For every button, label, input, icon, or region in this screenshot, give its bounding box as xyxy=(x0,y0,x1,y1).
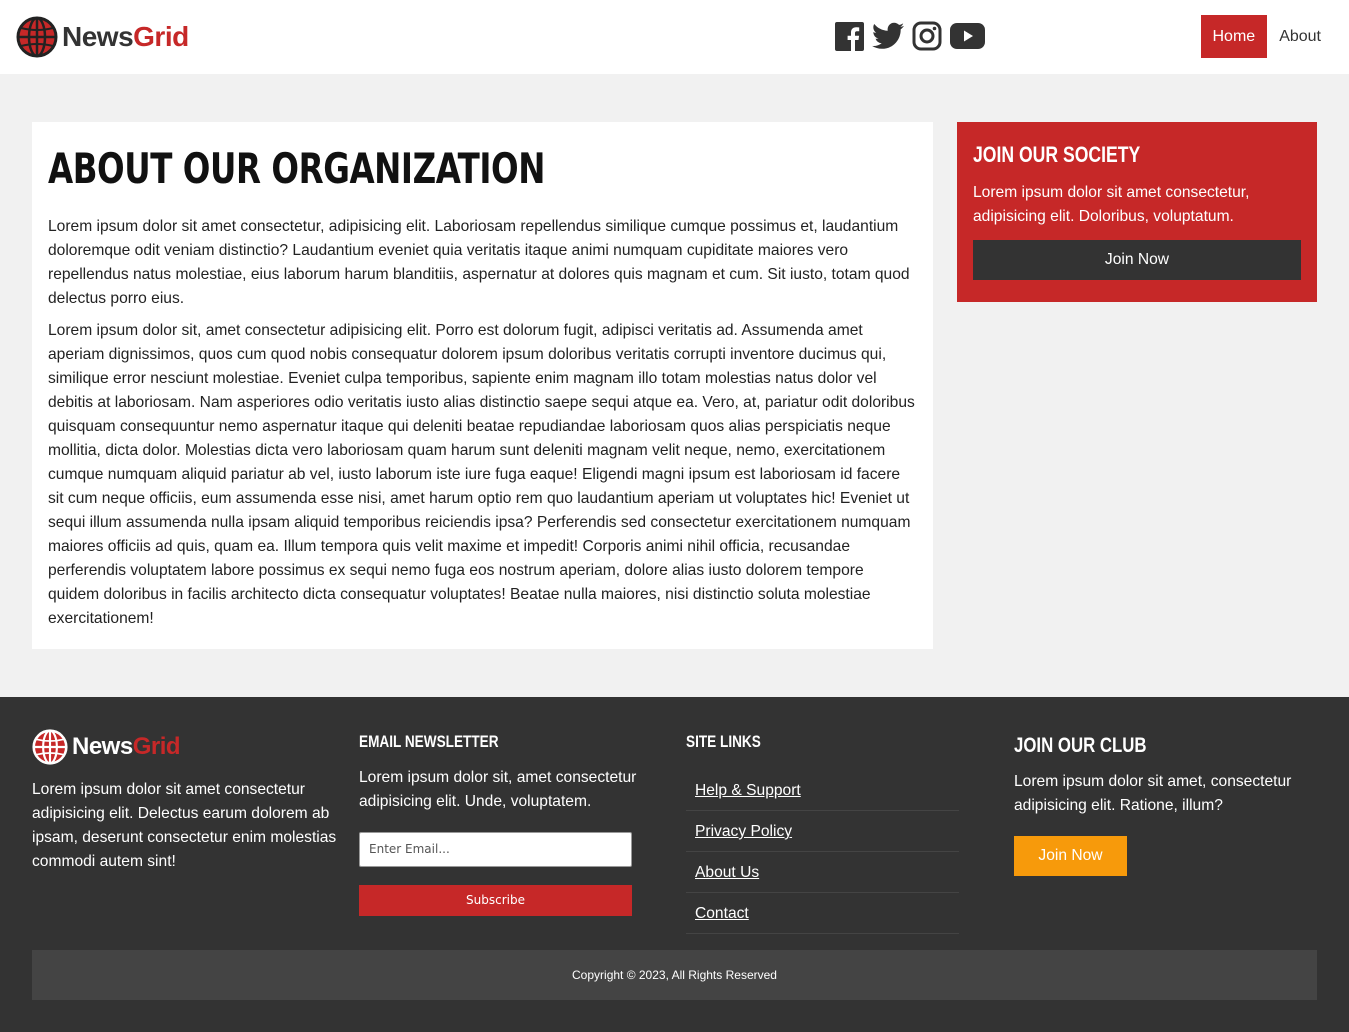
page-title: About Our Organization xyxy=(48,144,545,193)
link-help-support[interactable]: Help & Support xyxy=(695,782,801,799)
youtube-icon[interactable] xyxy=(950,23,985,54)
site-footer: NewsGrid Lorem ipsum dolor sit amet cons… xyxy=(0,697,1349,1032)
article-paragraph: Lorem ipsum dolor sit amet consectetur, … xyxy=(48,218,910,307)
nav-about[interactable]: About xyxy=(1267,15,1333,58)
article-paragraph: Lorem ipsum dolor sit, amet consectetur … xyxy=(48,322,915,627)
join-club-title: Join Our Club xyxy=(1014,734,1147,757)
logo-text: NewsGrid xyxy=(62,21,189,52)
join-society-title: Join Our Society xyxy=(973,142,1141,167)
newsletter-text: Lorem ipsum dolor sit, amet consectetur … xyxy=(359,769,637,810)
link-contact[interactable]: Contact xyxy=(695,905,749,922)
globe-logo-icon xyxy=(16,16,58,58)
twitter-icon[interactable] xyxy=(872,22,904,55)
join-society-button[interactable]: Join Now xyxy=(973,240,1301,280)
email-input[interactable]: Enter Email... xyxy=(359,832,632,867)
newsletter-title: Email Newsletter xyxy=(359,732,499,751)
facebook-icon[interactable] xyxy=(835,21,864,56)
footer-about-text: Lorem ipsum dolor sit amet consectetur a… xyxy=(32,781,337,870)
join-society-text: Lorem ipsum dolor sit amet consectetur, … xyxy=(973,184,1250,225)
logo[interactable]: NewsGrid xyxy=(16,16,189,58)
site-links-title: Site Links xyxy=(686,732,761,751)
join-club-section: Join Our Club Lorem ipsum dolor sit amet… xyxy=(1014,734,1317,876)
site-header: NewsGrid Home About xyxy=(0,0,1349,74)
logo-text: NewsGrid xyxy=(72,733,181,760)
globe-logo-icon xyxy=(32,729,68,765)
subscribe-button[interactable]: Subscribe xyxy=(359,885,632,916)
list-item: Help & Support xyxy=(686,770,959,811)
instagram-icon[interactable] xyxy=(912,21,942,56)
list-item: Contact xyxy=(686,893,959,934)
list-item: About Us xyxy=(686,852,959,893)
site-links-list: Help & Support Privacy Policy About Us C… xyxy=(686,770,959,934)
copyright-bar: Copyright © 2023, All Rights Reserved xyxy=(32,950,1317,1000)
join-club-button[interactable]: Join Now xyxy=(1014,836,1127,876)
join-society-card: Join Our Society Lorem ipsum dolor sit a… xyxy=(957,122,1317,302)
site-links-section: Site Links Help & Support Privacy Policy… xyxy=(686,732,959,934)
article-card: About Our Organization Lorem ipsum dolor… xyxy=(32,122,933,649)
list-item: Privacy Policy xyxy=(686,811,959,852)
social-links xyxy=(835,21,993,56)
footer-logo[interactable]: NewsGrid xyxy=(32,729,181,765)
link-about-us[interactable]: About Us xyxy=(695,864,759,881)
newsletter-section: Email Newsletter Lorem ipsum dolor sit, … xyxy=(359,732,649,916)
nav-home[interactable]: Home xyxy=(1200,15,1268,58)
main-nav: Home About xyxy=(1200,15,1334,58)
join-club-text: Lorem ipsum dolor sit amet, consectetur … xyxy=(1014,773,1292,814)
link-privacy-policy[interactable]: Privacy Policy xyxy=(695,823,792,840)
